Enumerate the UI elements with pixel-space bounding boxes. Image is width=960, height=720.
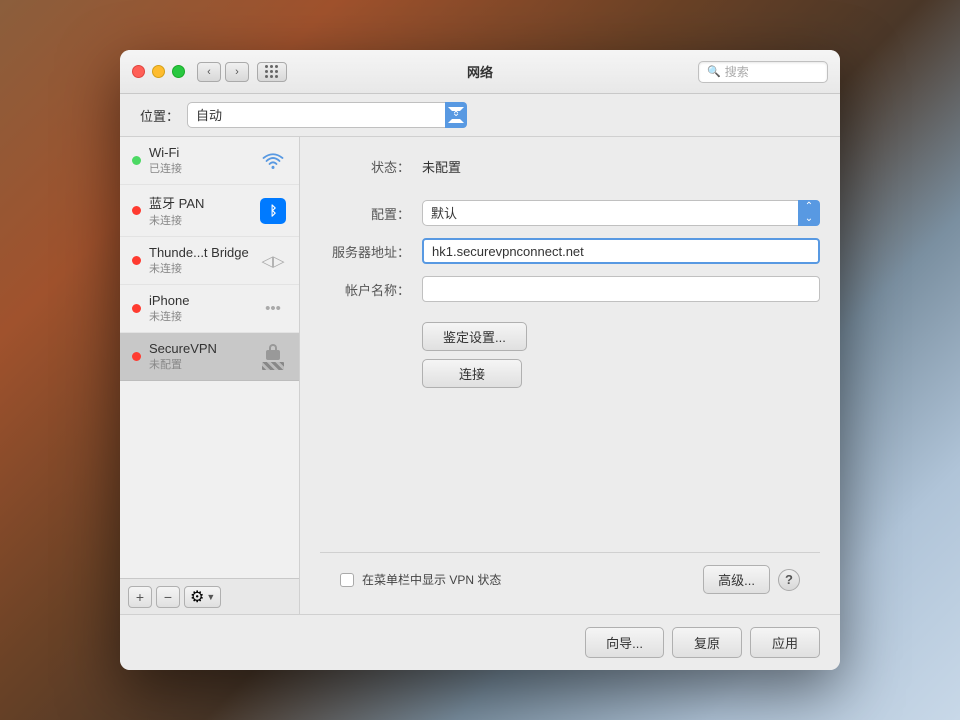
location-select-wrapper: 自动 工作 家庭	[187, 102, 467, 128]
vpn-icon	[259, 343, 287, 371]
close-button[interactable]	[132, 65, 145, 78]
main-panel: 状态： 未配置 配置： 默认 自定义 服务器地址：	[300, 137, 840, 614]
forward-button[interactable]: ›	[225, 62, 249, 82]
network-settings-button[interactable]: ⚙ ▼	[184, 586, 221, 608]
bluetooth-icon-box: ᛒ	[260, 198, 286, 224]
show-vpn-checkbox-row: 在菜单栏中显示 VPN 状态	[340, 571, 501, 588]
connect-button[interactable]: 连接	[422, 359, 522, 388]
config-select[interactable]: 默认 自定义	[422, 200, 820, 226]
show-vpn-checkbox[interactable]	[340, 573, 354, 587]
minimize-button[interactable]	[152, 65, 165, 78]
location-label: 位置：	[140, 106, 179, 125]
nav-buttons: ‹ ›	[197, 62, 249, 82]
account-row: 帐户名称：	[320, 276, 820, 302]
action-buttons: 鉴定设置... 连接	[422, 322, 820, 388]
server-field-label: 服务器地址：	[320, 242, 410, 261]
iphone-item-name: iPhone	[149, 293, 259, 308]
location-bar: 位置： 自动 工作 家庭	[120, 94, 840, 137]
show-vpn-label: 在菜单栏中显示 VPN 状态	[362, 571, 501, 588]
status-row: 状态： 未配置	[320, 157, 820, 176]
securevpn-status-dot	[132, 352, 141, 361]
securevpn-item-name: SecureVPN	[149, 341, 259, 356]
thunderbolt-icon: ◁▷	[259, 247, 287, 275]
wifi-item-status: 已连接	[149, 160, 259, 176]
sidebar-item-wifi[interactable]: Wi-Fi 已连接	[120, 137, 299, 185]
wizard-button[interactable]: 向导...	[585, 627, 664, 658]
panel-content: 状态： 未配置 配置： 默认 自定义 服务器地址：	[320, 157, 820, 552]
advanced-button[interactable]: 高级...	[703, 565, 770, 594]
bluetooth-item-name: 蓝牙 PAN	[149, 193, 259, 212]
sidebar-item-iphone[interactable]: iPhone 未连接 •••	[120, 285, 299, 333]
search-box[interactable]: 🔍 搜索	[698, 61, 828, 83]
wifi-icon	[259, 147, 287, 175]
account-name-input[interactable]	[422, 276, 820, 302]
sidebar: Wi-Fi 已连接	[120, 137, 300, 614]
iphone-item-text: iPhone 未连接	[149, 293, 259, 324]
maximize-button[interactable]	[172, 65, 185, 78]
status-value: 未配置	[422, 157, 461, 176]
securevpn-item-text: SecureVPN 未配置	[149, 341, 259, 372]
bluetooth-icon: ᛒ	[259, 197, 287, 225]
network-window: ‹ › 网络 🔍 搜索 位置： 自动 工作 家庭	[120, 50, 840, 670]
help-button[interactable]: ?	[778, 569, 800, 591]
bluetooth-status-dot	[132, 206, 141, 215]
gear-dropdown-arrow: ▼	[206, 592, 215, 602]
thunderbolt-item-status: 未连接	[149, 260, 259, 276]
bottom-area: 在菜单栏中显示 VPN 状态 高级... ?	[320, 552, 820, 594]
thunderbolt-status-dot	[132, 256, 141, 265]
add-network-button[interactable]: +	[128, 586, 152, 608]
window-title: 网络	[467, 62, 493, 81]
titlebar: ‹ › 网络 🔍 搜索	[120, 50, 840, 94]
sidebar-toolbar: + − ⚙ ▼	[120, 578, 299, 614]
thunderbolt-arrows-icon: ◁▷	[261, 252, 284, 270]
search-icon: 🔍	[707, 65, 721, 78]
config-select-wrapper: 默认 自定义	[422, 200, 820, 226]
grid-button[interactable]	[257, 62, 287, 82]
footer-buttons: 向导... 复原 应用	[120, 614, 840, 670]
iphone-icon: •••	[259, 295, 287, 323]
back-button[interactable]: ‹	[197, 62, 221, 82]
sidebar-item-thunderbolt[interactable]: Thunde...t Bridge 未连接 ◁▷	[120, 237, 299, 285]
gear-icon: ⚙	[190, 587, 204, 607]
bluetooth-item-text: 蓝牙 PAN 未连接	[149, 193, 259, 228]
remove-network-button[interactable]: −	[156, 586, 180, 608]
account-field-label: 帐户名称：	[320, 280, 410, 299]
sidebar-item-securevpn[interactable]: SecureVPN 未配置	[120, 333, 299, 381]
revert-button[interactable]: 复原	[672, 627, 742, 658]
traffic-lights	[132, 65, 185, 78]
iphone-status-dot	[132, 304, 141, 313]
config-field-label: 配置：	[320, 204, 410, 223]
content-area: Wi-Fi 已连接	[120, 137, 840, 614]
status-field-label: 状态：	[320, 157, 410, 176]
bottom-right-buttons: 高级... ?	[703, 565, 800, 594]
server-address-input[interactable]	[422, 238, 820, 264]
iphone-item-status: 未连接	[149, 308, 259, 324]
thunderbolt-item-name: Thunde...t Bridge	[149, 245, 259, 260]
grid-icon	[265, 65, 279, 79]
auth-settings-button[interactable]: 鉴定设置...	[422, 322, 527, 351]
search-placeholder: 搜索	[725, 63, 749, 80]
bluetooth-item-status: 未连接	[149, 212, 259, 228]
vpn-lock-icon	[259, 344, 287, 370]
server-row: 服务器地址：	[320, 238, 820, 264]
apply-button[interactable]: 应用	[750, 627, 820, 658]
thunderbolt-item-text: Thunde...t Bridge 未连接	[149, 245, 259, 276]
wifi-item-name: Wi-Fi	[149, 145, 259, 160]
location-select[interactable]: 自动 工作 家庭	[187, 102, 467, 128]
wifi-item-text: Wi-Fi 已连接	[149, 145, 259, 176]
securevpn-item-status: 未配置	[149, 356, 259, 372]
sidebar-item-bluetooth[interactable]: 蓝牙 PAN 未连接 ᛒ	[120, 185, 299, 237]
sidebar-list: Wi-Fi 已连接	[120, 137, 299, 578]
config-row: 配置： 默认 自定义	[320, 200, 820, 226]
wifi-status-dot	[132, 156, 141, 165]
